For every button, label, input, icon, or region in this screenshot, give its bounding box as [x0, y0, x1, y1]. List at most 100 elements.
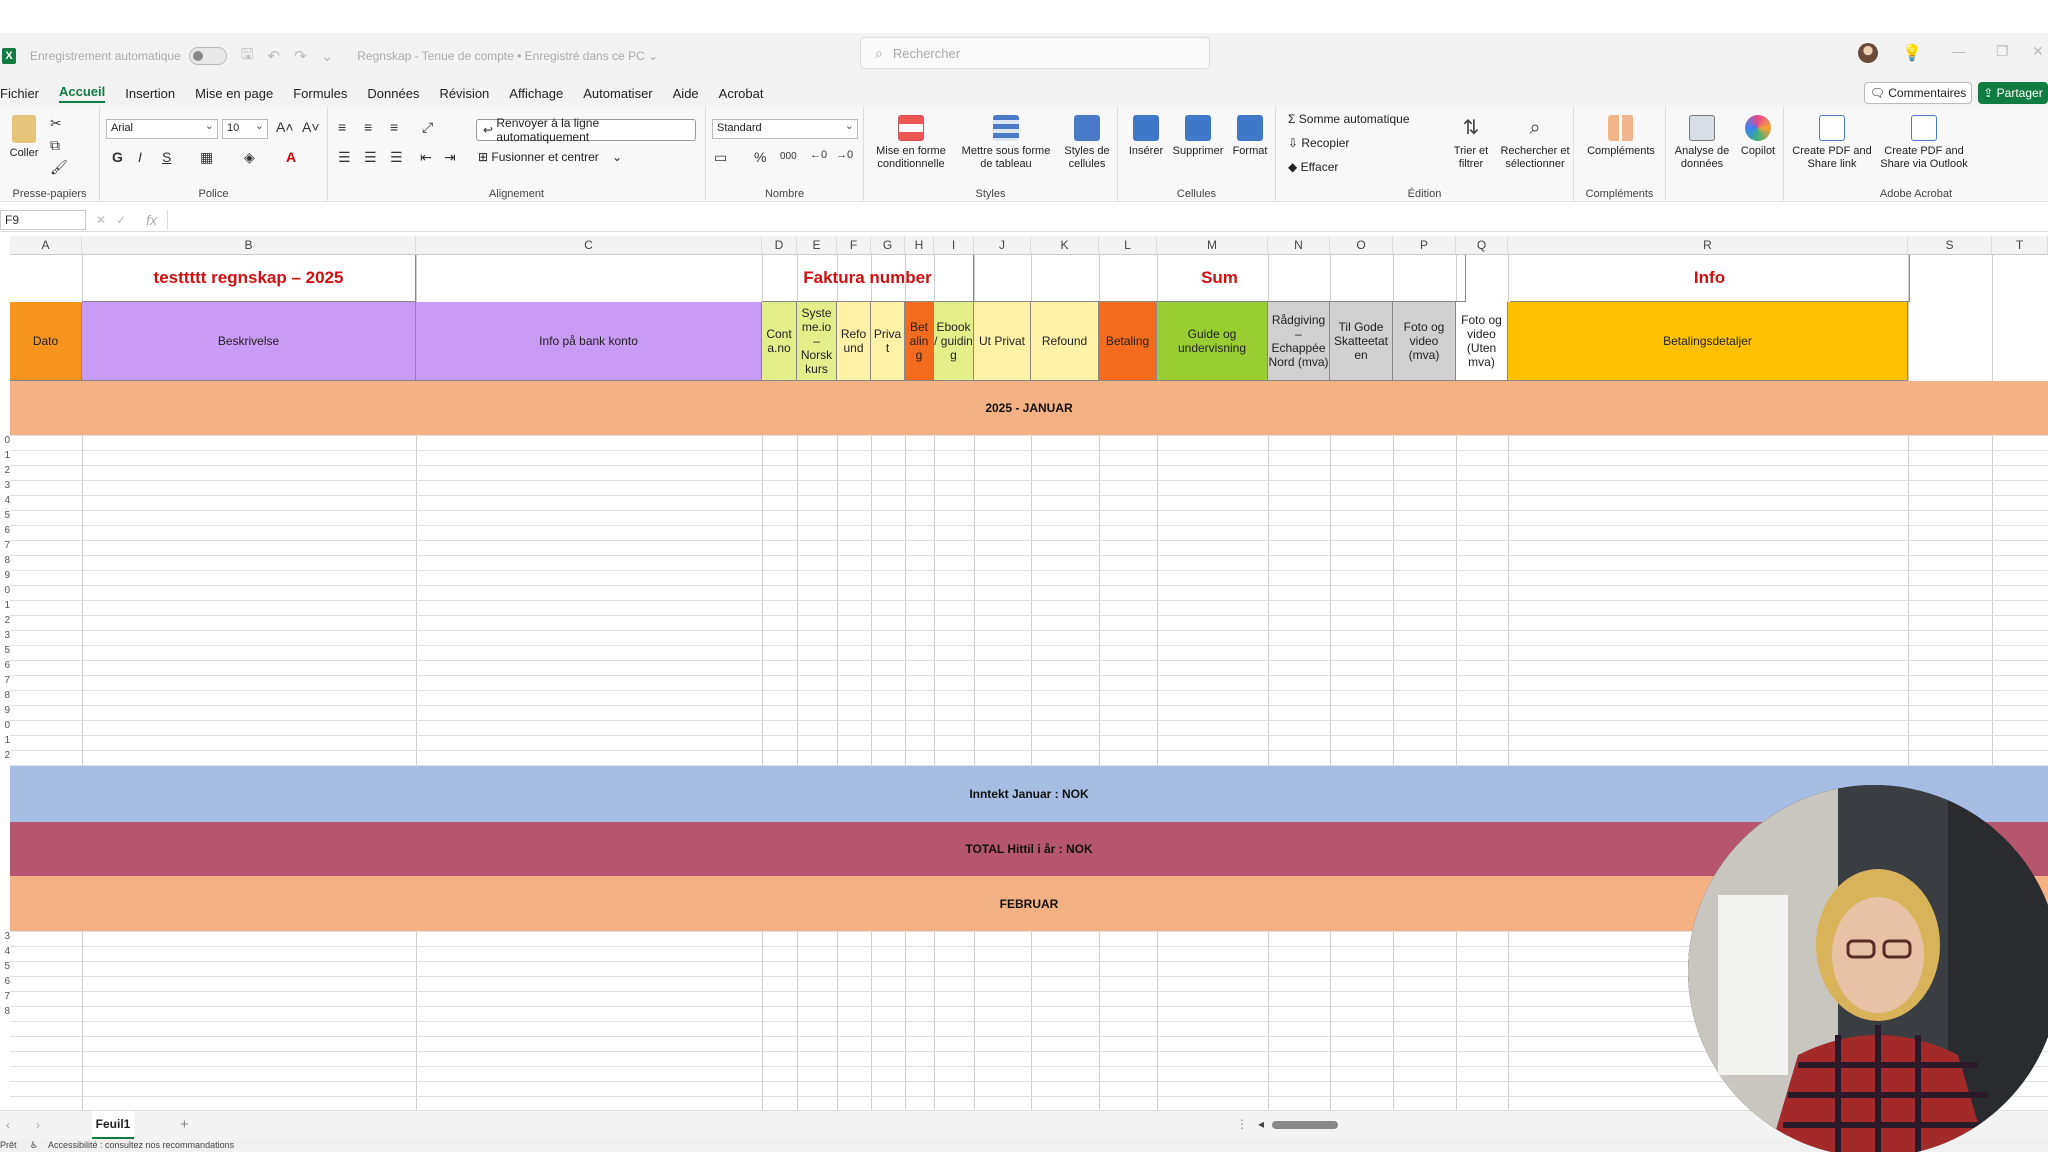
header-ut-privat[interactable]: Ut Privat [974, 302, 1031, 381]
insert-cells-button[interactable]: Insérer [1126, 115, 1166, 158]
header-betalingsdetaljer[interactable]: Betalingsdetaljer [1508, 302, 1908, 381]
row-number[interactable]: 2 [0, 615, 10, 626]
column-header-b[interactable]: B [82, 236, 416, 255]
header-guide[interactable]: Guide og undervisning [1157, 302, 1268, 381]
align-left-icon[interactable]: ☰ [338, 149, 351, 166]
close-icon[interactable]: ✕ [2032, 43, 2044, 60]
column-header-e[interactable]: E [797, 236, 837, 255]
tab-donnees[interactable]: Données [367, 86, 419, 101]
merge-center-button[interactable]: ⊞ Fusionner et centrer ⌄ [478, 151, 622, 164]
increase-font-icon[interactable]: A˄ [276, 119, 294, 135]
function-icon[interactable]: fx [146, 212, 157, 228]
header-contano[interactable]: Cont a.no [762, 302, 797, 381]
row-number[interactable]: 1 [0, 600, 10, 611]
font-color-icon[interactable]: A [286, 149, 296, 165]
addins-button[interactable]: Compléments [1584, 115, 1658, 158]
create-pdf-share-link-button[interactable]: Create PDF and Share link [1792, 115, 1872, 171]
align-bottom-icon[interactable]: ≡ [390, 119, 398, 135]
column-header-m[interactable]: M [1157, 236, 1268, 255]
column-header-d[interactable]: D [762, 236, 797, 255]
row-number[interactable]: 5 [0, 510, 10, 521]
row-number[interactable]: 7 [0, 675, 10, 686]
autosave-toggle[interactable] [188, 47, 227, 65]
align-middle-icon[interactable]: ≡ [364, 119, 372, 135]
row-number[interactable]: 0 [0, 585, 10, 596]
tab-formules[interactable]: Formules [293, 86, 347, 101]
comma-style-icon[interactable]: 000 [780, 151, 797, 162]
percent-icon[interactable]: % [754, 149, 766, 165]
row-number[interactable]: 0 [0, 720, 10, 731]
underline-button[interactable]: S [162, 149, 171, 165]
column-header-t[interactable]: T [1992, 236, 2048, 255]
column-header-k[interactable]: K [1031, 236, 1099, 255]
decrease-font-icon[interactable]: A˅ [302, 119, 320, 135]
header-dato[interactable]: Dato [10, 302, 82, 381]
align-top-icon[interactable]: ≡ [338, 119, 346, 135]
fill-color-icon[interactable]: ◈ [244, 149, 255, 166]
tab-automatiser[interactable]: Automatiser [583, 86, 652, 101]
column-header-r[interactable]: R [1508, 236, 1908, 255]
minimize-icon[interactable]: — [1952, 43, 1966, 59]
column-header-g[interactable]: G [871, 236, 905, 255]
format-cells-button[interactable]: Format [1228, 115, 1272, 158]
tab-affichage[interactable]: Affichage [509, 86, 563, 101]
row-number[interactable]: 6 [0, 660, 10, 671]
column-header-f[interactable]: F [837, 236, 871, 255]
row-number[interactable]: 9 [0, 570, 10, 581]
row-number[interactable]: 8 [0, 1006, 10, 1017]
maximize-icon[interactable]: ❐ [1996, 43, 2009, 60]
scroll-right-icon[interactable]: › [36, 1118, 40, 1132]
format-as-table-button[interactable]: Mettre sous forme de tableau [956, 115, 1056, 171]
row-number[interactable]: 3 [0, 931, 10, 942]
font-name-select[interactable]: Arial [106, 119, 218, 139]
hscroll-left-icon[interactable]: ◂ [1258, 1117, 1264, 1131]
cut-icon[interactable]: ✂ [50, 115, 62, 132]
header-betaling[interactable]: Betaling [1099, 302, 1157, 381]
enter-icon[interactable]: ✓ [116, 213, 126, 227]
tab-accueil[interactable]: Accueil [59, 84, 106, 103]
header-ebook[interactable]: Ebook / guidin g [934, 302, 974, 381]
copy-icon[interactable]: ⧉ [50, 137, 60, 154]
redo-icon[interactable]: ↷ [294, 47, 307, 65]
row-number[interactable]: 6 [0, 976, 10, 987]
column-header-p[interactable]: P [1393, 236, 1456, 255]
orientation-icon[interactable]: ⤢ [422, 119, 433, 136]
decrease-indent-icon[interactable]: ⇤ [420, 149, 432, 166]
italic-button[interactable]: I [138, 149, 142, 165]
accessibility-status[interactable]: Accessibilité : consultez nos recommanda… [48, 1140, 234, 1150]
header-radgiving[interactable]: Rådgiving – Echappée Nord (mva) [1268, 302, 1330, 381]
header-foto-mva[interactable]: Foto og video (mva) [1393, 302, 1456, 381]
copilot-button[interactable]: Copilot [1736, 115, 1780, 158]
comments-button[interactable]: 🗨 Commentaires [1864, 82, 1972, 104]
document-title[interactable]: Regnskap - Tenue de compte • Enregistré … [357, 49, 658, 63]
row-number[interactable]: 5 [0, 645, 10, 656]
cancel-icon[interactable]: ✕ [96, 213, 106, 227]
band-january[interactable]: 2025 - JANUAR [10, 381, 2048, 435]
scroll-left-icon[interactable]: ‹ [6, 1118, 10, 1132]
row-number[interactable]: 7 [0, 991, 10, 1002]
add-sheet-button[interactable]: + [180, 1116, 189, 1133]
header-beskrivelse[interactable]: Beskrivelse [82, 302, 416, 381]
sheet-tab-feuil1[interactable]: Feuil1 [92, 1111, 134, 1139]
header-foto-uten-mva[interactable]: Foto og video (Uten mva) [1456, 302, 1508, 381]
row-number[interactable]: 0 [0, 435, 10, 446]
header-refund[interactable]: Refo und [837, 302, 871, 381]
font-size-select[interactable]: 10 [222, 119, 268, 139]
save-icon[interactable]: 🖫 [241, 44, 254, 69]
align-center-icon[interactable]: ☰ [364, 149, 377, 166]
column-header-i[interactable]: I [934, 236, 974, 255]
search-box[interactable]: ⌕ Rechercher [860, 37, 1210, 69]
tab-revision[interactable]: Révision [439, 86, 489, 101]
band-income[interactable]: Inntekt Januar : NOK [10, 766, 2048, 822]
info-title-cell[interactable]: Info [1510, 255, 1910, 302]
row-number[interactable]: 4 [0, 946, 10, 957]
tab-fichier[interactable]: Fichier [0, 86, 39, 101]
sort-filter-button[interactable]: ⇅ Trier et filtrer [1446, 115, 1496, 171]
paste-button[interactable]: Coller [6, 115, 42, 160]
column-header-c[interactable]: C [416, 236, 762, 255]
row-number[interactable]: 8 [0, 555, 10, 566]
header-systemeio[interactable]: Syste me.io – Norsk kurs [797, 302, 837, 381]
title-cell[interactable]: testtttt regnskap – 2025 [82, 255, 416, 302]
tab-splitter-icon[interactable]: ⋮ [1236, 1117, 1248, 1131]
autosum-button[interactable]: Σ Somme automatique [1288, 113, 1410, 126]
